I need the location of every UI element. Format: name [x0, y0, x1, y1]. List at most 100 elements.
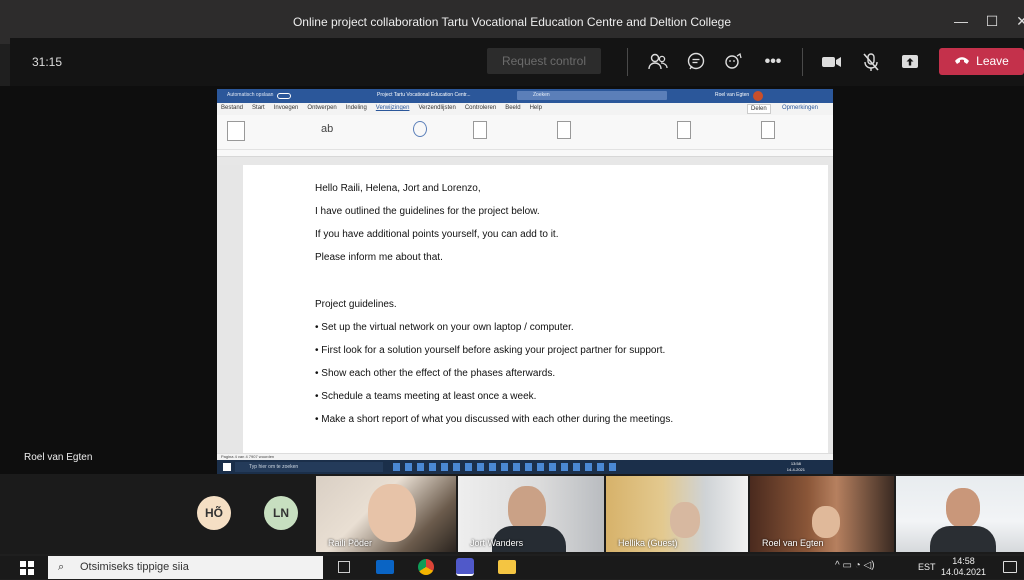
toc-icon[interactable]	[227, 121, 245, 141]
reactions-icon[interactable]	[720, 48, 748, 76]
tab-verwijzingen[interactable]: Verwijzingen	[376, 105, 410, 111]
participant-video	[946, 488, 980, 528]
tab-bestand[interactable]: Bestand	[221, 105, 243, 111]
phone-hangup-icon	[954, 48, 970, 75]
chrome-icon[interactable]	[418, 559, 434, 575]
participant-video	[812, 506, 840, 538]
word-ruler	[217, 157, 833, 165]
mail-app-icon[interactable]	[376, 560, 394, 574]
language-indicator[interactable]: EST	[918, 562, 936, 572]
video-tile[interactable]: Hellika (Guest)	[606, 476, 748, 552]
doc-line: If you have additional points yourself, …	[315, 229, 559, 240]
word-comments-button[interactable]: Opmerkingen	[782, 105, 818, 111]
os-clock[interactable]: 14:58 14.04.2021	[941, 556, 986, 578]
inner-taskbar-search[interactable]: Typ hier om te zoeken	[235, 462, 383, 472]
windows-start-icon[interactable]	[20, 561, 34, 580]
file-explorer-icon[interactable]	[498, 560, 516, 574]
citation-icon[interactable]	[473, 121, 487, 139]
presenter-name: Roel van Egten	[24, 452, 93, 463]
participant-video	[368, 484, 416, 542]
task-view-icon[interactable]	[338, 561, 350, 573]
tab-indeling[interactable]: Indeling	[346, 105, 367, 111]
doc-line: I have outlined the guidelines for the p…	[315, 206, 540, 217]
divider	[627, 48, 628, 76]
microphone-muted-icon[interactable]	[857, 48, 885, 76]
participant-video	[670, 502, 700, 538]
teams-app-icon[interactable]	[456, 558, 474, 576]
doc-line: • First look for a solution yourself bef…	[315, 345, 666, 356]
request-control-button[interactable]: Request control	[487, 48, 601, 74]
document-page[interactable]: Hello Raili, Helena, Jort and Lorenzo, I…	[243, 165, 828, 453]
os-search-placeholder: Otsimiseks tippige siia	[80, 561, 189, 573]
chat-icon[interactable]	[682, 48, 710, 76]
word-doc-title: Project Tartu Vocational Education Centr…	[377, 92, 471, 98]
os-search-input[interactable]: ⌕ Otsimiseks tippige siia	[48, 556, 323, 579]
doc-line: Hello Raili, Helena, Jort and Lorenzo,	[315, 183, 481, 194]
word-search-placeholder: Zoeken	[533, 92, 550, 98]
meeting-timer: 31:15	[32, 55, 63, 69]
windows-start-icon[interactable]	[223, 463, 231, 471]
word-ribbon-tabs: Bestand Start Invoegen Ontwerpen Indelin…	[217, 103, 833, 115]
divider	[802, 48, 803, 76]
participant-avatar[interactable]: HÕ	[197, 496, 231, 530]
word-share-label: Delen	[751, 106, 767, 112]
system-tray-icons[interactable]: ^ ▭ ◔ ◁)	[835, 560, 875, 571]
participant-name: Jort Wanders	[470, 538, 524, 548]
share-screen-icon[interactable]	[896, 48, 924, 76]
pinned-apps[interactable]	[393, 463, 621, 471]
ribbon-group-divider	[217, 149, 833, 150]
tab-help[interactable]: Help	[530, 105, 542, 111]
close-icon[interactable]: ✕	[1008, 8, 1024, 34]
word-user-name: Roel van Egten	[715, 92, 750, 98]
tab-verzendlijsten[interactable]: Verzendlijsten	[418, 105, 455, 111]
people-icon[interactable]	[644, 48, 672, 76]
inner-clock-date: 14-4-2021	[786, 467, 805, 472]
os-clock-time: 14:58	[952, 556, 975, 566]
search-icon: ⌕	[58, 561, 65, 573]
word-status-text: Pagina 4 van 4 7907 woorden	[221, 454, 275, 459]
word-ribbon: ab	[217, 115, 833, 157]
more-options-icon[interactable]: •••	[759, 48, 787, 76]
table-of-authorities-icon[interactable]	[761, 121, 775, 139]
word-user-avatar[interactable]	[753, 91, 763, 101]
leave-button[interactable]: Leave	[939, 48, 1024, 75]
smart-lookup-icon[interactable]	[413, 121, 427, 137]
doc-line: Project guidelines.	[315, 299, 397, 310]
video-tile[interactable]: Jort Wanders	[458, 476, 604, 552]
doc-line: • Make a short report of what you discus…	[315, 414, 674, 425]
tab-beeld[interactable]: Beeld	[505, 105, 520, 111]
tab-controleren[interactable]: Controleren	[465, 105, 496, 111]
participant-name: Hellika (Guest)	[618, 538, 678, 548]
index-icon[interactable]	[677, 121, 691, 139]
word-share-button[interactable]: Delen	[747, 104, 771, 114]
word-title-bar: Automatisch opslaan Project Tartu Vocati…	[217, 89, 833, 103]
notifications-icon[interactable]	[1003, 561, 1017, 573]
doc-line: Please inform me about that.	[315, 252, 443, 263]
doc-line: • Show each other the effect of the phas…	[315, 368, 556, 379]
video-tile[interactable]	[896, 476, 1024, 552]
participant-name: Roel van Egten	[762, 538, 824, 548]
word-search-box[interactable]: Zoeken	[517, 91, 667, 100]
doc-line: • Schedule a teams meeting at least once…	[315, 391, 537, 402]
video-tile[interactable]: Roel van Egten	[750, 476, 894, 552]
video-tile[interactable]: Raili Põder	[316, 476, 456, 552]
word-document-area: Hello Raili, Helena, Jort and Lorenzo, I…	[217, 165, 833, 453]
tab-invoegen[interactable]: Invoegen	[274, 105, 299, 111]
doc-line: • Set up the virtual network on your own…	[315, 322, 574, 333]
meeting-controls: 31:15 Request control ••• Leave	[10, 38, 1024, 86]
autosave-toggle[interactable]	[277, 93, 291, 99]
minimize-icon[interactable]: —	[947, 8, 975, 34]
maximize-icon[interactable]: ☐	[978, 8, 1006, 34]
tab-ontwerpen[interactable]: Ontwerpen	[307, 105, 336, 111]
footnote-icon[interactable]: ab	[321, 123, 339, 137]
leave-label: Leave	[976, 54, 1009, 68]
tab-start[interactable]: Start	[252, 105, 265, 111]
shared-screen-taskbar: Typ hier om te zoeken 13:58 14-4-2021	[217, 460, 833, 474]
caption-icon[interactable]	[557, 121, 571, 139]
word-tab-list: Bestand Start Invoegen Ontwerpen Indelin…	[221, 105, 542, 111]
participant-name: Raili Põder	[328, 538, 373, 548]
camera-icon[interactable]	[818, 48, 846, 76]
os-clock-date: 14.04.2021	[940, 567, 986, 577]
participant-avatar[interactable]: LN	[264, 496, 298, 530]
inner-clock: 13:58 14-4-2021	[787, 461, 805, 473]
